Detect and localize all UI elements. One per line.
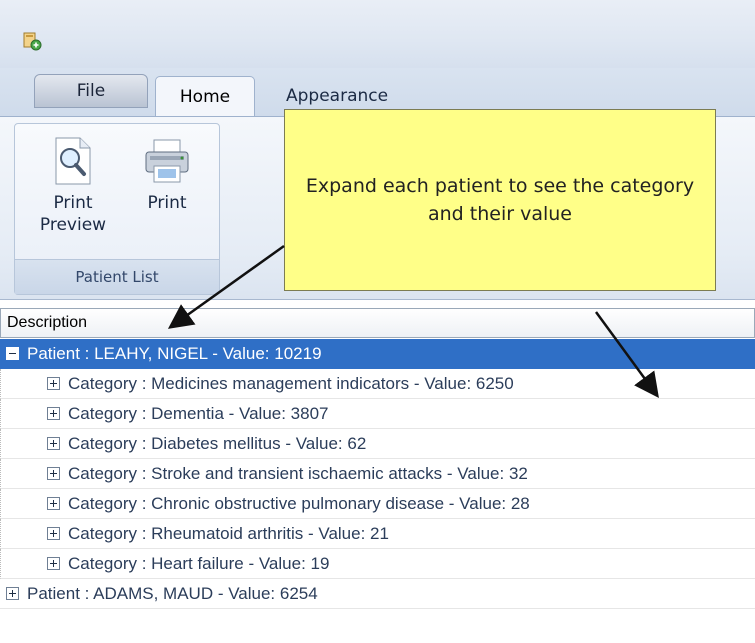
print-label: Print	[147, 193, 187, 213]
row-text: Category : Dementia - Value: 3807	[68, 403, 329, 423]
patient-row[interactable]: Patient : ADAMS, MAUD - Value: 6254	[0, 579, 755, 609]
group-label: Patient List	[15, 259, 219, 294]
row-text: Category : Stroke and transient ischaemi…	[68, 463, 528, 483]
tab-home[interactable]: Home	[155, 76, 255, 116]
category-row[interactable]: Category : Chronic obstructive pulmonary…	[0, 489, 755, 519]
app-icon[interactable]	[22, 31, 42, 51]
ribbon-group-patient-list: Print Preview Print Patient List	[14, 123, 220, 295]
category-row[interactable]: Category : Dementia - Value: 3807	[0, 399, 755, 429]
row-text: Category : Rheumatoid arthritis - Value:…	[68, 523, 389, 543]
row-text: Patient : LEAHY, NIGEL - Value: 10219	[27, 343, 322, 363]
print-preview-icon	[55, 137, 91, 185]
expand-icon[interactable]	[47, 497, 60, 510]
collapse-icon[interactable]	[6, 347, 19, 360]
expand-icon[interactable]	[47, 407, 60, 420]
title-bar	[0, 0, 755, 69]
expand-icon[interactable]	[6, 587, 19, 600]
callout-text: Expand each patient to see the category …	[305, 175, 695, 225]
printer-icon	[145, 139, 189, 183]
expand-icon[interactable]	[47, 557, 60, 570]
expand-icon[interactable]	[47, 467, 60, 480]
category-row[interactable]: Category : Stroke and transient ischaemi…	[0, 459, 755, 489]
patient-row[interactable]: Patient : LEAHY, NIGEL - Value: 10219	[0, 339, 755, 369]
tab-file[interactable]: File	[34, 74, 148, 108]
row-text: Category : Medicines management indicato…	[68, 373, 514, 393]
print-preview-label: Print Preview	[39, 193, 107, 235]
row-text: Category : Heart failure - Value: 19	[68, 553, 330, 573]
row-text: Patient : ADAMS, MAUD - Value: 6254	[27, 583, 318, 603]
row-text: Category : Diabetes mellitus - Value: 62	[68, 433, 367, 453]
category-row[interactable]: Category : Rheumatoid arthritis - Value:…	[0, 519, 755, 549]
print-preview-button[interactable]: Print Preview	[37, 136, 109, 236]
category-row[interactable]: Category : Medicines management indicato…	[0, 369, 755, 399]
patient-tree-list: Description Patient : LEAHY, NIGEL - Val…	[0, 308, 755, 643]
row-text: Category : Chronic obstructive pulmonary…	[68, 493, 530, 513]
category-row[interactable]: Category : Heart failure - Value: 19	[0, 549, 755, 579]
category-row[interactable]: Category : Diabetes mellitus - Value: 62	[0, 429, 755, 459]
callout-note: Expand each patient to see the category …	[284, 109, 716, 291]
column-header-description[interactable]: Description	[0, 308, 755, 338]
expand-icon[interactable]	[47, 437, 60, 450]
expand-icon[interactable]	[47, 527, 60, 540]
print-button[interactable]: Print	[131, 136, 203, 214]
expand-icon[interactable]	[47, 377, 60, 390]
